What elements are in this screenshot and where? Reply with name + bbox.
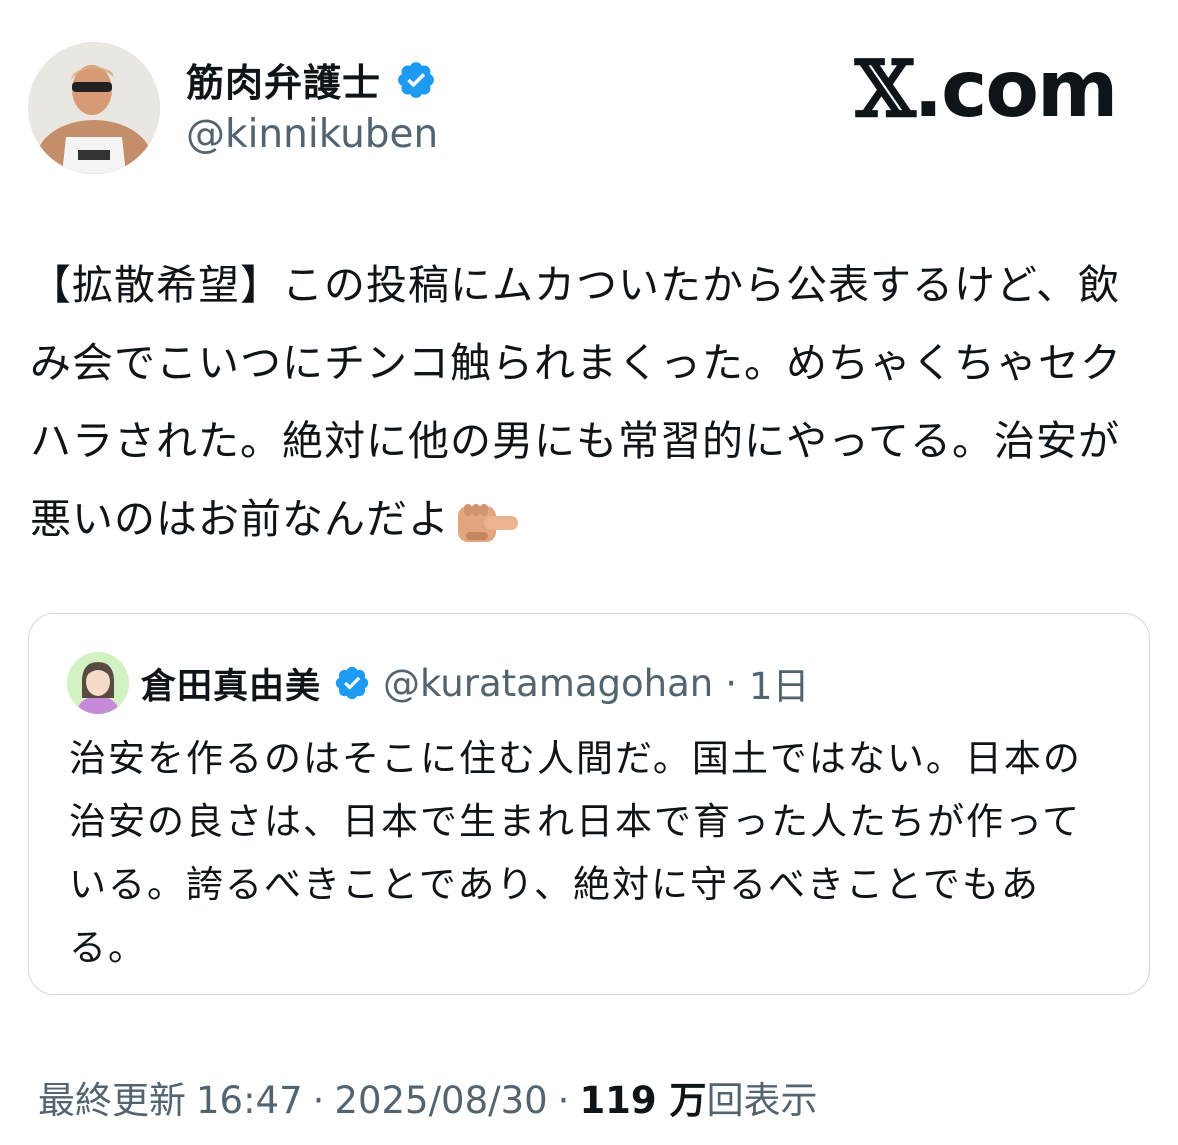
verified-badge-icon: [398, 61, 434, 98]
author-handle[interactable]: @kinnikuben: [186, 112, 438, 157]
quoted-post-time[interactable]: 1日: [749, 656, 810, 710]
profile-photo: [28, 42, 160, 174]
quoted-handle[interactable]: @kuratamagohan: [383, 662, 713, 705]
author-avatar[interactable]: [28, 42, 160, 174]
post-body: 【拡散希望】この投稿にムカついたから公表するけど、飲み会でこいつにチンコ触られま…: [30, 246, 1150, 558]
post-meta: 最終更新 16:47 · 2025/08/30 · 119 万回表示: [38, 1070, 818, 1124]
separator-dot: ·: [557, 1079, 570, 1122]
quoted-display-name[interactable]: 倉田真由美: [141, 658, 321, 709]
post-date[interactable]: 2025/08/30: [334, 1079, 547, 1122]
post-time[interactable]: 16:47: [196, 1079, 303, 1122]
view-count: 119 万: [579, 1079, 707, 1122]
verified-badge-icon: [335, 666, 369, 700]
brand-logo-text: .com: [913, 45, 1119, 135]
x-logo: 𝕏.com: [855, 44, 1119, 135]
x-logo-glyph: 𝕏: [855, 44, 916, 135]
quoted-post-text: 治安を作るのはそこに住む人間だ。国土ではない。日本の治安の良さは、日本で生まれ日…: [69, 737, 1082, 969]
author-display-name[interactable]: 筋肉弁護士: [186, 52, 381, 107]
author-name-row: 筋肉弁護士: [186, 52, 437, 107]
quoted-author-avatar[interactable]: [67, 652, 129, 714]
views-label: 回表示: [706, 1079, 818, 1122]
updated-label: 最終更新: [38, 1079, 186, 1122]
separator-dot: ·: [312, 1079, 325, 1122]
illustrated-avatar-icon: [67, 652, 129, 714]
quoted-post-header: 倉田真由美 @kuratamagohan · 1日: [67, 652, 810, 714]
post-text: 【拡散希望】この投稿にムカついたから公表するけど、飲み会でこいつにチンコ触られま…: [30, 261, 1122, 543]
pointing-finger-emoji: [458, 504, 518, 542]
separator-dot: ·: [725, 661, 737, 705]
quoted-post-card[interactable]: 倉田真由美 @kuratamagohan · 1日 治安を作るのはそこに住む人間…: [28, 613, 1150, 995]
